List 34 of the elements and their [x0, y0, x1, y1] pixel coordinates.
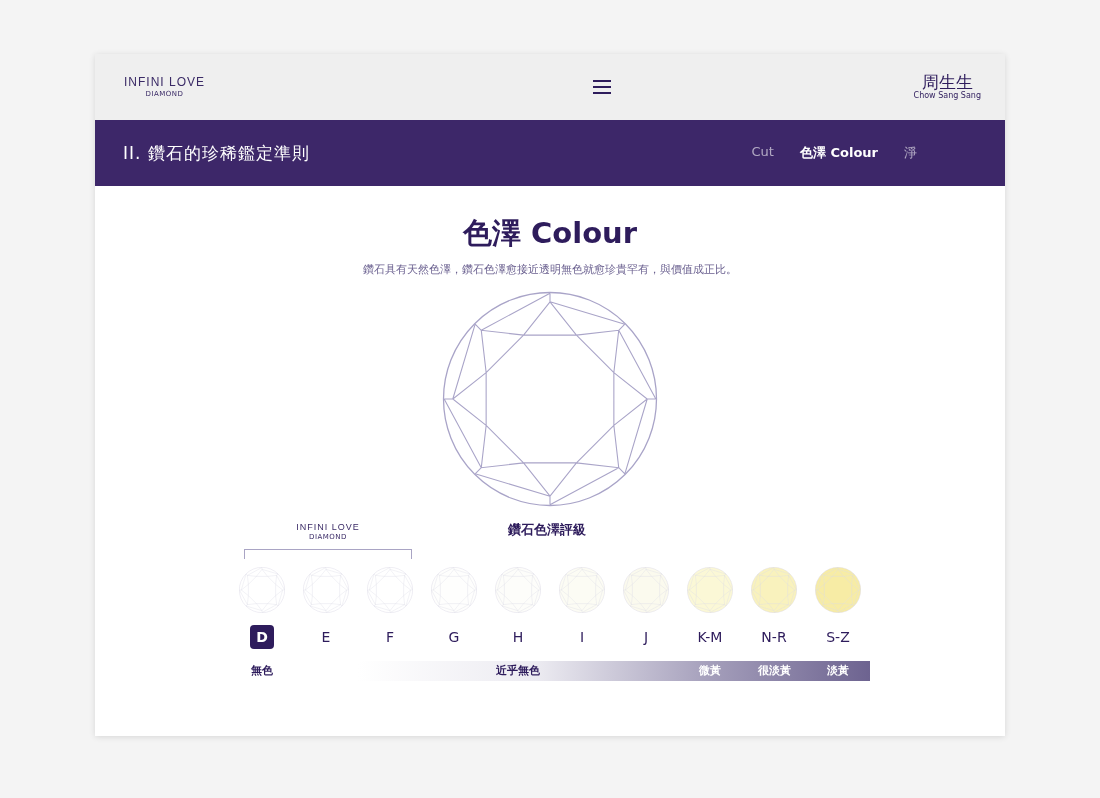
band-label: 很淡黃	[757, 663, 791, 679]
diamond-icon	[687, 566, 733, 613]
grade-label: N-R	[761, 627, 787, 647]
diamond-icon	[815, 566, 861, 613]
grade-label: F	[384, 627, 396, 647]
diamond-icon	[623, 566, 669, 613]
menu-button[interactable]	[593, 80, 612, 94]
brand-logo-text: INFINI LOVE	[124, 76, 205, 90]
grade-label: H	[511, 627, 525, 647]
grade-label: E	[320, 627, 332, 647]
grade-label: S-Z	[826, 627, 850, 647]
brand-logo-text: INFINI LOVE	[296, 522, 360, 533]
partner-logo-text: 周生生	[921, 74, 973, 91]
grade-label: D	[250, 624, 274, 649]
page-heading: 色澤 Colour	[462, 216, 638, 251]
band-label: 淡黃	[827, 663, 849, 679]
grade-label: G	[447, 627, 461, 647]
diamond-icon	[495, 566, 541, 613]
section-tab[interactable]: 色澤 Colour	[799, 144, 878, 162]
grade-label: J	[642, 627, 650, 647]
grade-label: K-M	[697, 627, 723, 647]
band-label: 近乎無色	[496, 663, 540, 679]
diamond-icon	[431, 566, 477, 613]
diamond-icon	[559, 566, 605, 613]
diamond-icon	[751, 566, 797, 613]
section-title: II. 鑽石的珍稀鑑定準則	[123, 141, 311, 165]
partner-logo-subtext: Chow Sang Sang	[913, 91, 981, 100]
section-tab[interactable]: 淨	[904, 144, 917, 162]
grade-label: I	[578, 627, 586, 647]
section-tab[interactable]: Cut	[751, 144, 774, 162]
band-label: 無色	[251, 663, 273, 679]
scale-title: 鑽石色澤評級	[508, 520, 586, 539]
intro-text: 鑽石具有天然色澤，鑽石色澤愈接近透明無色就愈珍貴罕有，與價值成正比。	[363, 262, 737, 277]
band-label: 微黃	[699, 663, 721, 679]
